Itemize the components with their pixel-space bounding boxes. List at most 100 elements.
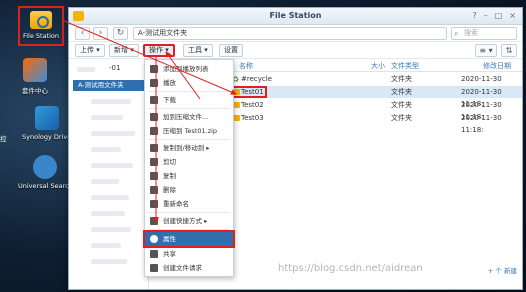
refresh-button[interactable]: ↻ [113, 27, 128, 40]
settings-button[interactable]: 设置 [219, 44, 243, 57]
column-size[interactable]: 大小 [371, 61, 385, 71]
share-icon [150, 250, 158, 258]
column-date[interactable]: 修改日期 [483, 61, 511, 71]
desktop-icon-label: Universal Search [18, 182, 73, 190]
menu-label: 加到压缩文件... [163, 113, 209, 121]
new-label: 新增 [114, 46, 128, 54]
tree-blur [91, 243, 121, 248]
file-name: Test02 [241, 101, 264, 109]
menu-label: 删除 [163, 186, 176, 194]
desktop-icon-label: 套件中心 [22, 87, 48, 95]
menu-label: 共享 [163, 250, 176, 258]
menu-label: 压缩到 Test01.zip [163, 127, 218, 135]
tree-blur [91, 211, 125, 216]
window-title: File Station [269, 11, 322, 20]
playlist-icon [150, 65, 158, 73]
package-center-icon [23, 58, 47, 82]
file-name: #recycle [241, 75, 272, 83]
menu-label: 重新命名 [163, 200, 189, 208]
menu-label: 添加到播放列表 [163, 65, 209, 73]
back-button[interactable]: ‹ [75, 27, 90, 40]
rename-icon [150, 200, 158, 208]
maximize-icon[interactable]: □ [495, 11, 503, 20]
menu-item-copy[interactable]: 复制 [145, 169, 233, 183]
menu-item-delete[interactable]: 删除 [145, 183, 233, 197]
add-button[interactable]: + 个 新建 [488, 265, 517, 275]
file-type: 文件夹 [391, 101, 412, 109]
info-icon [150, 235, 158, 243]
copy-move-icon [150, 144, 158, 152]
menu-item-share[interactable]: 共享 [145, 247, 233, 261]
menu-label: 创建文件请求 [163, 264, 202, 272]
tree-item-selected[interactable]: A-测试用文件夹 [73, 80, 148, 91]
scissors-icon [150, 158, 158, 166]
tree-blur [91, 227, 131, 232]
tools-button[interactable]: 工具 ▾ [183, 44, 213, 57]
upload-button[interactable]: 上传 ▾ [75, 44, 105, 57]
archive-icon [150, 113, 158, 121]
menu-item-play[interactable]: 播放 [145, 76, 233, 90]
help-icon[interactable]: ? [472, 11, 476, 20]
file-row[interactable]: Test02 文件夹 2020-11-30 11:18: [229, 99, 522, 121]
watermark: https://blog.csdn.net/aidrean [278, 263, 423, 274]
forward-button[interactable]: › [93, 27, 108, 40]
star-icon [150, 217, 158, 225]
search-input[interactable]: ⌕ 搜索 [451, 27, 517, 40]
menu-item-create-shortcut[interactable]: 创建快捷方式 ▸ [145, 214, 233, 228]
download-icon [150, 96, 158, 104]
search-icon: ⌕ [454, 29, 459, 38]
zip-icon [150, 127, 158, 135]
tree-blur [91, 131, 135, 136]
desktop-package-center[interactable]: 套件中心 [22, 58, 48, 95]
close-icon[interactable]: × [509, 11, 516, 20]
minimize-icon[interactable]: – [484, 11, 488, 20]
menu-item-compress-zip[interactable]: 压缩到 Test01.zip [145, 124, 233, 138]
view-list-button[interactable]: ≡ ▾ [475, 44, 497, 57]
menu-item-copy-move-to[interactable]: 复制到/移动到 ▸ [145, 141, 233, 155]
new-button[interactable]: 新增 ▾ [109, 44, 139, 57]
desktop-icon-label: File Station [22, 32, 60, 40]
sort-button[interactable]: ⇅ [501, 44, 517, 57]
file-station-window: File Station ? – □ × ‹ › ↻ A-测试用文件夹 ⌕ 搜索… [68, 7, 523, 290]
navigation-bar: ‹ › ↻ A-测试用文件夹 ⌕ 搜索 [69, 25, 522, 42]
toolbar: 上传 ▾ 新增 ▾ 操作 ▾ 工具 ▾ 设置 ≡ ▾ ⇅ [69, 42, 522, 59]
file-list: 名称 大小 文件类型 修改日期 ♻ #recycle 文件夹 2020-11-3… [229, 59, 522, 289]
menu-label: 复制到/移动到 [163, 144, 205, 152]
column-name[interactable]: 名称 [239, 61, 253, 71]
file-row-selected[interactable]: Test01 文件夹 2020-11-30 11:18: [229, 86, 522, 108]
action-button[interactable]: 操作 ▾ [143, 44, 175, 57]
menu-label: 复制 [163, 172, 176, 180]
desktop-universal-search[interactable]: Universal Search [18, 155, 73, 190]
menu-item-create-file-request[interactable]: 创建文件请求 [145, 261, 233, 275]
file-type: 文件夹 [391, 114, 412, 122]
synology-drive-icon [34, 106, 59, 130]
desktop-icon-label-partial: 控 [0, 135, 7, 143]
menu-item-add-to-playlist[interactable]: 添加到播放列表 [145, 62, 233, 76]
desktop-synology-drive[interactable]: Synology Drive [22, 106, 71, 141]
menu-item-cut[interactable]: 剪切 [145, 155, 233, 169]
tree-blur [91, 195, 129, 200]
folder-tree: -01 A-测试用文件夹 [69, 59, 149, 289]
file-row[interactable]: Test03 文件夹 2020-11-30 11:18: [229, 112, 522, 134]
file-type: 文件夹 [391, 88, 412, 96]
tree-blur [91, 259, 127, 264]
path-field[interactable]: A-测试用文件夹 [133, 27, 447, 40]
menu-label: 剪切 [163, 158, 176, 166]
tree-node-root[interactable]: -01 [109, 64, 120, 72]
menu-item-properties[interactable]: 属性 [143, 230, 235, 248]
column-type[interactable]: 文件类型 [391, 61, 419, 71]
menu-item-add-to-archive[interactable]: 加到压缩文件... [145, 110, 233, 124]
desktop-file-station[interactable]: File Station [18, 6, 64, 46]
file-name: Test03 [241, 114, 264, 122]
file-date: 2020-11-30 11:18: [461, 114, 502, 134]
tree-blur [91, 179, 119, 184]
menu-item-rename[interactable]: 重新命名 [145, 197, 233, 211]
tree-blur [91, 115, 123, 120]
action-context-menu: 添加到播放列表 播放 下载 加到压缩文件... 压缩到 Test01.zip 复… [143, 59, 235, 277]
file-row[interactable]: ♻ #recycle 文件夹 2020-11-30 11:10: [229, 73, 522, 95]
file-name: Test01 [241, 88, 264, 96]
menu-item-download[interactable]: 下载 [145, 93, 233, 107]
menu-label: 下载 [163, 96, 176, 104]
play-icon [150, 79, 158, 87]
copy-icon [150, 172, 158, 180]
